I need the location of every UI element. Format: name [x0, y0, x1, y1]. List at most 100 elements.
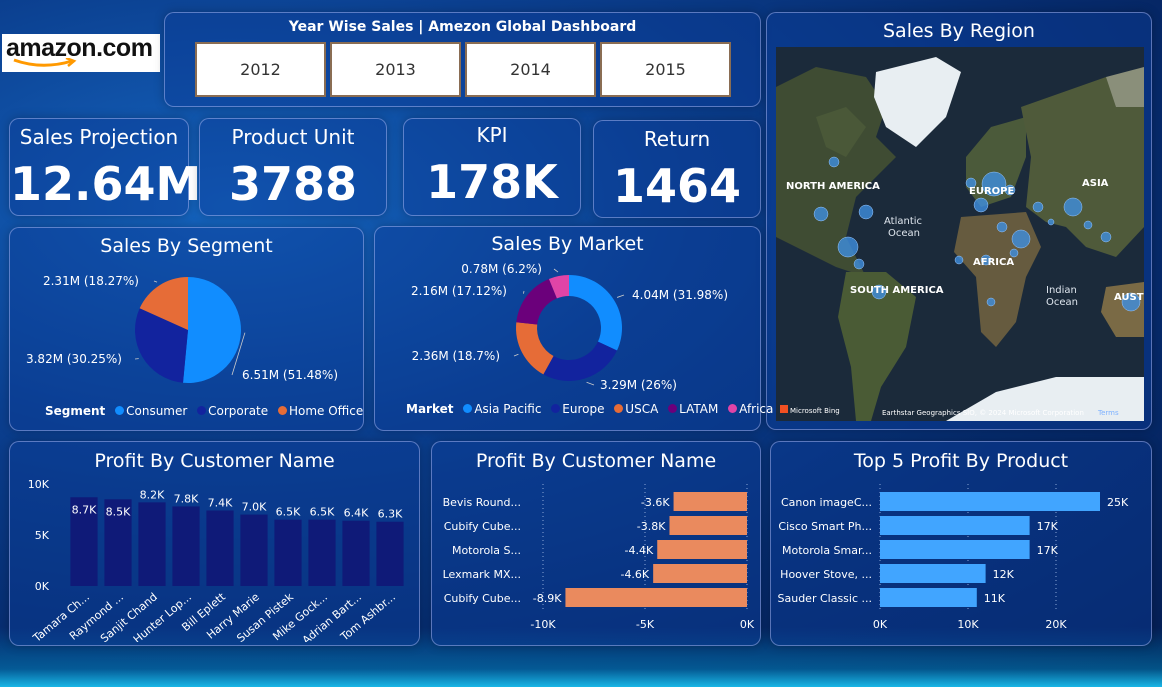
slice-label: 2.36M (18.7%)	[412, 349, 500, 363]
kpi-card-sales-projection: Sales Projection 12.64M	[9, 118, 202, 216]
market-title: Sales By Market	[491, 233, 644, 255]
legend-dot	[277, 406, 287, 415]
x-tick-label: -5K	[636, 618, 655, 631]
kpi-value: 12.64M	[10, 157, 202, 211]
bar[interactable]	[565, 588, 747, 607]
segment-legend: Segment Consumer Corporate Home Office	[45, 404, 363, 418]
bar-value-label: 6.4K	[344, 507, 369, 520]
year-button-2013[interactable]: 2013	[330, 42, 461, 97]
legend-item-latam[interactable]: LATAM	[679, 402, 718, 416]
legend-item-europe[interactable]: Europe	[562, 402, 604, 416]
bar-value-label: 12K	[993, 568, 1015, 581]
market-donut-chart[interactable]: 4.04M (31.98%) 3.29M (26%) 2.36M (18.7%) 2.…	[374, 256, 761, 401]
map-terms-link[interactable]: Terms	[1097, 409, 1119, 417]
kpi-card-return: Return 1464	[593, 120, 761, 218]
legend-dot	[463, 404, 473, 413]
bar-value-label: 8.5K	[106, 505, 131, 518]
year-button-2014[interactable]: 2014	[465, 42, 596, 97]
bar-value-label: 17K	[1037, 544, 1059, 557]
bar-value-label: 25K	[1107, 496, 1129, 509]
slice-label: 0.78M (6.2%)	[461, 262, 542, 276]
slicer-title: Year Wise Sales | Amezon Global Dashboar…	[288, 19, 637, 35]
bar-value-label: -3.6K	[641, 496, 670, 509]
y-tick-label: Sauder Classic ...	[778, 592, 873, 605]
profit-by-customer-bar-chart[interactable]: 0K5K10K8.7KTamara Ch...8.5KRaymond ...8.…	[9, 470, 420, 642]
slice-label: 4.04M (31.98%)	[632, 288, 728, 302]
y-tick-label: Hoover Stove, ...	[780, 568, 872, 581]
slice-label: 6.51M (51.48%)	[242, 368, 338, 382]
slice-latam[interactable]	[516, 278, 557, 325]
bar[interactable]	[376, 521, 404, 586]
top-product-bar-chart[interactable]: 0K 10K 20K Canon imageC... 25K Cisco Smart Ph…	[770, 478, 1152, 640]
legend-dot	[197, 406, 207, 415]
kpi-value: 1464	[612, 159, 742, 213]
legend-item-africa[interactable]: Africa	[739, 402, 773, 416]
legend-item-home-office[interactable]: Home Office	[289, 404, 363, 418]
bar[interactable]	[138, 502, 166, 586]
kpi-label: Product Unit	[231, 125, 355, 149]
bar[interactable]	[880, 516, 1030, 535]
legend-item-consumer[interactable]: Consumer	[126, 404, 187, 418]
legend-dot	[728, 404, 738, 413]
bar[interactable]	[657, 540, 747, 559]
leader-line	[616, 294, 625, 298]
map-label-north-america: NORTH AMERICA	[786, 181, 880, 192]
bar[interactable]	[880, 564, 986, 583]
segment-pie-chart[interactable]: 6.51M (51.48%) 3.82M (30.25%) 2.31M (18.27…	[9, 260, 364, 400]
profit-customer-title: Profit By Customer Name	[94, 450, 335, 472]
bar[interactable]	[880, 588, 977, 607]
y-tick-label: Cubify Cube...	[444, 520, 521, 533]
loss-by-customer-bar-chart[interactable]: -10K -5K 0K Bevis Round... -3.6K Cubify Cube.…	[431, 478, 761, 640]
leader-line	[153, 280, 158, 283]
map-bing: Microsoft Bing	[790, 407, 840, 415]
bar[interactable]	[240, 514, 268, 586]
legend-dot	[614, 404, 624, 413]
legend-dot	[668, 404, 678, 413]
y-tick-label: Lexmark MX...	[443, 568, 521, 581]
bar[interactable]	[206, 510, 234, 586]
slice-label: 3.29M (26%)	[600, 378, 677, 392]
bar-value-label: -4.6K	[620, 568, 649, 581]
bar[interactable]	[172, 506, 200, 586]
map-label-indian: Indian Ocean	[1046, 285, 1078, 308]
x-tick-label: 0K	[740, 618, 755, 631]
legend-item-corporate[interactable]: Corporate	[208, 404, 268, 418]
bar[interactable]	[653, 564, 747, 583]
y-tick-label: 10K	[28, 478, 50, 491]
slice-asia-pacific[interactable]	[569, 275, 622, 351]
slice-europe[interactable]	[543, 341, 617, 381]
legend-item-asia-pacific[interactable]: Asia Pacific	[474, 402, 541, 416]
year-button-2015[interactable]: 2015	[600, 42, 731, 97]
year-button-2012[interactable]: 2012	[195, 42, 326, 97]
bar[interactable]	[342, 520, 370, 586]
leader-line	[513, 353, 519, 357]
legend-item-usca[interactable]: USCA	[625, 402, 658, 416]
world-map[interactable]: NORTH AMERICA EUROPE ASIA AFRICA SOUTH A…	[776, 47, 1144, 421]
map-title: Sales By Region	[883, 20, 1035, 42]
bar-value-label: 8.2K	[140, 488, 165, 501]
bar-value-label: -8.9K	[533, 592, 562, 605]
x-tick-label: 0K	[873, 618, 888, 631]
kpi-value: 3788	[228, 157, 358, 211]
slice-consumer[interactable]	[183, 277, 242, 383]
x-tick-label: 20K	[1045, 618, 1067, 631]
bar[interactable]	[669, 516, 747, 535]
bar[interactable]	[673, 492, 747, 511]
slice-label: 2.31M (18.27%)	[43, 274, 139, 288]
bar[interactable]	[880, 492, 1100, 511]
slice-label: 3.82M (30.25%)	[26, 352, 122, 366]
bar[interactable]	[880, 540, 1030, 559]
kpi-label: KPI	[476, 123, 508, 147]
amazon-logo: amazon.com	[2, 34, 160, 72]
y-tick-label: Motorola Smar...	[782, 544, 872, 557]
bar[interactable]	[308, 519, 336, 586]
legend-title: Segment	[45, 404, 106, 418]
bar-value-label: 6.5K	[310, 506, 335, 519]
leader-line	[586, 381, 595, 386]
slice-label: 2.16M (17.12%)	[411, 284, 507, 298]
market-legend: Market Asia Pacific Europe USCA LATAM Af…	[406, 402, 773, 416]
bar[interactable]	[274, 519, 302, 586]
bar-value-label: 17K	[1037, 520, 1059, 533]
kpi-label: Return	[643, 127, 711, 151]
kpi-value: 178K	[426, 155, 558, 209]
